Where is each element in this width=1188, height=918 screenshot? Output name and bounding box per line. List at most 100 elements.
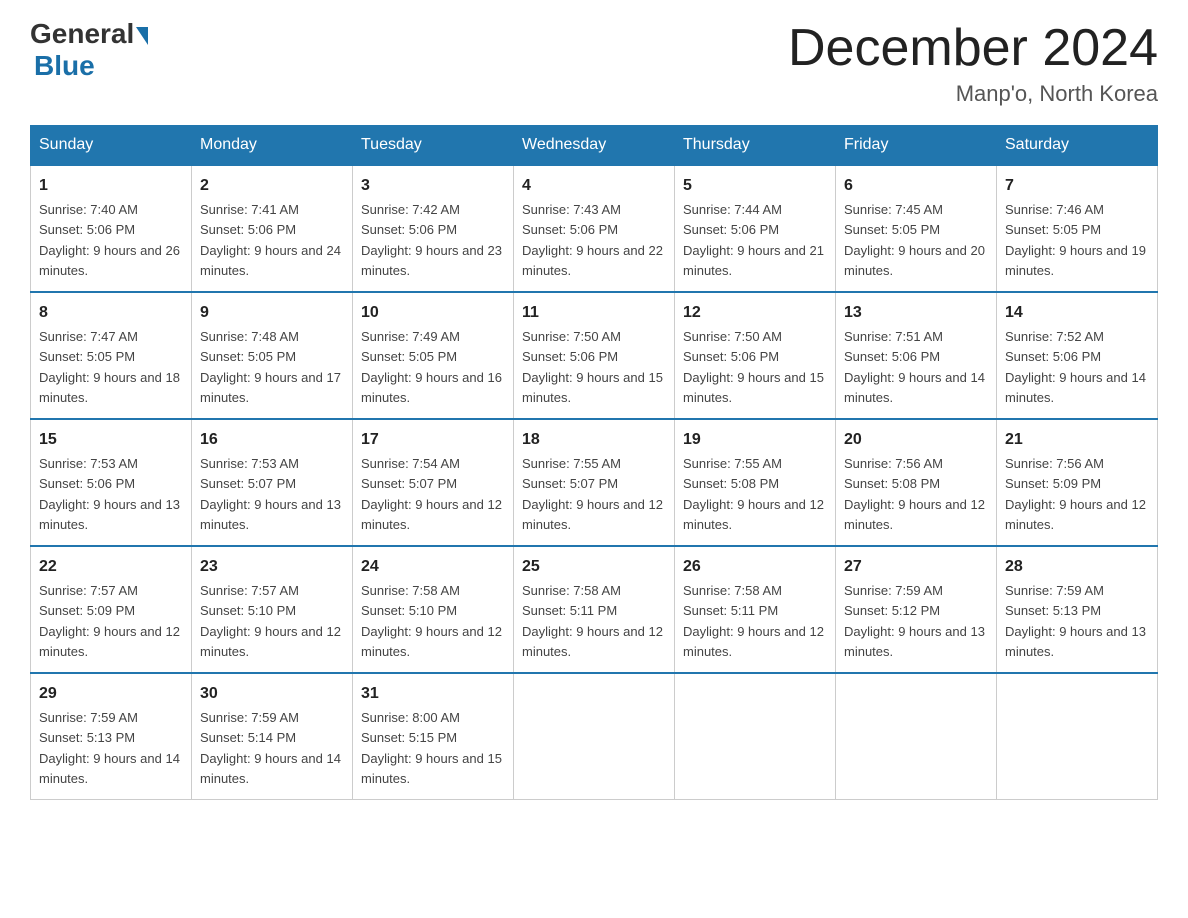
- day-info: Sunrise: 7:40 AMSunset: 5:06 PMDaylight:…: [39, 202, 180, 278]
- title-area: December 2024 Manp'o, North Korea: [788, 20, 1158, 107]
- day-info: Sunrise: 7:47 AMSunset: 5:05 PMDaylight:…: [39, 329, 180, 405]
- calendar-cell: 10 Sunrise: 7:49 AMSunset: 5:05 PMDayligh…: [353, 292, 514, 419]
- calendar-cell: 22 Sunrise: 7:57 AMSunset: 5:09 PMDayligh…: [31, 546, 192, 673]
- header-saturday: Saturday: [997, 126, 1158, 166]
- day-info: Sunrise: 7:54 AMSunset: 5:07 PMDaylight:…: [361, 456, 502, 532]
- day-info: Sunrise: 7:55 AMSunset: 5:08 PMDaylight:…: [683, 456, 824, 532]
- day-number: 29: [39, 682, 183, 706]
- calendar-cell: 15Sunrise: 7:53 AMSunset: 5:06 PMDayligh…: [31, 419, 192, 546]
- calendar-title: December 2024: [788, 20, 1158, 77]
- page-header: General Blue December 2024 Manp'o, North…: [30, 20, 1158, 107]
- day-number: 22: [39, 555, 183, 579]
- day-number: 14: [1005, 301, 1149, 325]
- calendar-cell: 18Sunrise: 7:55 AMSunset: 5:07 PMDayligh…: [514, 419, 675, 546]
- day-number: 4: [522, 174, 666, 198]
- calendar-cell: 21 Sunrise: 7:56 AMSunset: 5:09 PMDayligh…: [997, 419, 1158, 546]
- calendar-cell: 24Sunrise: 7:58 AMSunset: 5:10 PMDayligh…: [353, 546, 514, 673]
- day-info: Sunrise: 7:44 AMSunset: 5:06 PMDaylight:…: [683, 202, 824, 278]
- calendar-cell: 31 Sunrise: 8:00 AMSunset: 5:15 PMDayligh…: [353, 673, 514, 800]
- logo-blue-text: Blue: [34, 50, 95, 82]
- calendar-cell: [836, 673, 997, 800]
- header-tuesday: Tuesday: [353, 126, 514, 166]
- calendar-cell: 13Sunrise: 7:51 AMSunset: 5:06 PMDayligh…: [836, 292, 997, 419]
- calendar-cell: [997, 673, 1158, 800]
- day-number: 1: [39, 174, 183, 198]
- day-info: Sunrise: 7:59 AMSunset: 5:13 PMDaylight:…: [39, 710, 180, 786]
- header-sunday: Sunday: [31, 126, 192, 166]
- day-info: Sunrise: 7:57 AMSunset: 5:10 PMDaylight:…: [200, 583, 341, 659]
- day-info: Sunrise: 7:50 AMSunset: 5:06 PMDaylight:…: [522, 329, 663, 405]
- calendar-cell: 14 Sunrise: 7:52 AMSunset: 5:06 PMDayligh…: [997, 292, 1158, 419]
- day-number: 28: [1005, 555, 1149, 579]
- calendar-cell: 27 Sunrise: 7:59 AMSunset: 5:12 PMDayligh…: [836, 546, 997, 673]
- calendar-week-row: 1 Sunrise: 7:40 AMSunset: 5:06 PMDaylight…: [31, 165, 1158, 292]
- day-info: Sunrise: 7:56 AMSunset: 5:08 PMDaylight:…: [844, 456, 985, 532]
- day-info: Sunrise: 7:52 AMSunset: 5:06 PMDaylight:…: [1005, 329, 1146, 405]
- day-info: Sunrise: 7:58 AMSunset: 5:11 PMDaylight:…: [683, 583, 824, 659]
- day-number: 16: [200, 428, 344, 452]
- day-number: 25: [522, 555, 666, 579]
- calendar-location: Manp'o, North Korea: [788, 81, 1158, 107]
- calendar-cell: 25 Sunrise: 7:58 AMSunset: 5:11 PMDayligh…: [514, 546, 675, 673]
- day-info: Sunrise: 7:59 AMSunset: 5:12 PMDaylight:…: [844, 583, 985, 659]
- header-wednesday: Wednesday: [514, 126, 675, 166]
- calendar-cell: 2 Sunrise: 7:41 AMSunset: 5:06 PMDaylight…: [192, 165, 353, 292]
- day-number: 6: [844, 174, 988, 198]
- day-info: Sunrise: 7:42 AMSunset: 5:06 PMDaylight:…: [361, 202, 502, 278]
- day-info: Sunrise: 8:00 AMSunset: 5:15 PMDaylight:…: [361, 710, 502, 786]
- calendar-cell: 30 Sunrise: 7:59 AMSunset: 5:14 PMDayligh…: [192, 673, 353, 800]
- day-number: 20: [844, 428, 988, 452]
- day-info: Sunrise: 7:57 AMSunset: 5:09 PMDaylight:…: [39, 583, 180, 659]
- day-number: 2: [200, 174, 344, 198]
- header-thursday: Thursday: [675, 126, 836, 166]
- calendar-cell: 29 Sunrise: 7:59 AMSunset: 5:13 PMDayligh…: [31, 673, 192, 800]
- day-info: Sunrise: 7:43 AMSunset: 5:06 PMDaylight:…: [522, 202, 663, 278]
- day-info: Sunrise: 7:46 AMSunset: 5:05 PMDaylight:…: [1005, 202, 1146, 278]
- day-info: Sunrise: 7:53 AMSunset: 5:07 PMDaylight:…: [200, 456, 341, 532]
- calendar-cell: 11 Sunrise: 7:50 AMSunset: 5:06 PMDayligh…: [514, 292, 675, 419]
- calendar-cell: 4 Sunrise: 7:43 AMSunset: 5:06 PMDaylight…: [514, 165, 675, 292]
- calendar-week-row: 29 Sunrise: 7:59 AMSunset: 5:13 PMDayligh…: [31, 673, 1158, 800]
- day-info: Sunrise: 7:41 AMSunset: 5:06 PMDaylight:…: [200, 202, 341, 278]
- calendar-cell: 1 Sunrise: 7:40 AMSunset: 5:06 PMDaylight…: [31, 165, 192, 292]
- day-info: Sunrise: 7:51 AMSunset: 5:06 PMDaylight:…: [844, 329, 985, 405]
- day-number: 31: [361, 682, 505, 706]
- calendar-cell: 8 Sunrise: 7:47 AMSunset: 5:05 PMDaylight…: [31, 292, 192, 419]
- day-number: 26: [683, 555, 827, 579]
- calendar-header-row: SundayMondayTuesdayWednesdayThursdayFrid…: [31, 126, 1158, 166]
- day-number: 8: [39, 301, 183, 325]
- calendar-cell: 5Sunrise: 7:44 AMSunset: 5:06 PMDaylight…: [675, 165, 836, 292]
- day-info: Sunrise: 7:59 AMSunset: 5:14 PMDaylight:…: [200, 710, 341, 786]
- calendar-cell: 23Sunrise: 7:57 AMSunset: 5:10 PMDayligh…: [192, 546, 353, 673]
- calendar-cell: [675, 673, 836, 800]
- day-info: Sunrise: 7:56 AMSunset: 5:09 PMDaylight:…: [1005, 456, 1146, 532]
- calendar-week-row: 15Sunrise: 7:53 AMSunset: 5:06 PMDayligh…: [31, 419, 1158, 546]
- day-number: 11: [522, 301, 666, 325]
- calendar-cell: 7 Sunrise: 7:46 AMSunset: 5:05 PMDaylight…: [997, 165, 1158, 292]
- day-number: 21: [1005, 428, 1149, 452]
- calendar-cell: 28 Sunrise: 7:59 AMSunset: 5:13 PMDayligh…: [997, 546, 1158, 673]
- day-info: Sunrise: 7:58 AMSunset: 5:11 PMDaylight:…: [522, 583, 663, 659]
- calendar-cell: 12Sunrise: 7:50 AMSunset: 5:06 PMDayligh…: [675, 292, 836, 419]
- day-info: Sunrise: 7:59 AMSunset: 5:13 PMDaylight:…: [1005, 583, 1146, 659]
- day-number: 19: [683, 428, 827, 452]
- logo-general-text: General: [30, 20, 134, 48]
- day-info: Sunrise: 7:48 AMSunset: 5:05 PMDaylight:…: [200, 329, 341, 405]
- day-info: Sunrise: 7:49 AMSunset: 5:05 PMDaylight:…: [361, 329, 502, 405]
- calendar-cell: 6Sunrise: 7:45 AMSunset: 5:05 PMDaylight…: [836, 165, 997, 292]
- header-monday: Monday: [192, 126, 353, 166]
- day-number: 3: [361, 174, 505, 198]
- day-number: 18: [522, 428, 666, 452]
- day-number: 10: [361, 301, 505, 325]
- calendar-table: SundayMondayTuesdayWednesdayThursdayFrid…: [30, 125, 1158, 800]
- day-number: 27: [844, 555, 988, 579]
- day-info: Sunrise: 7:53 AMSunset: 5:06 PMDaylight:…: [39, 456, 180, 532]
- calendar-week-row: 8 Sunrise: 7:47 AMSunset: 5:05 PMDaylight…: [31, 292, 1158, 419]
- day-info: Sunrise: 7:58 AMSunset: 5:10 PMDaylight:…: [361, 583, 502, 659]
- calendar-cell: 20 Sunrise: 7:56 AMSunset: 5:08 PMDayligh…: [836, 419, 997, 546]
- day-number: 17: [361, 428, 505, 452]
- calendar-cell: 3 Sunrise: 7:42 AMSunset: 5:06 PMDaylight…: [353, 165, 514, 292]
- day-number: 30: [200, 682, 344, 706]
- day-number: 7: [1005, 174, 1149, 198]
- calendar-cell: 16 Sunrise: 7:53 AMSunset: 5:07 PMDayligh…: [192, 419, 353, 546]
